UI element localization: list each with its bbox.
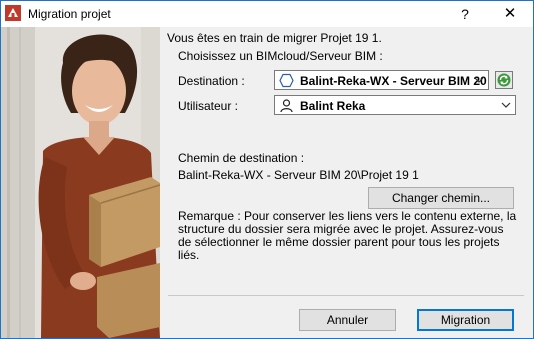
intro-text: Vous êtes en train de migrer Projet 19 1… [167, 31, 382, 45]
server-heading: Choisissez un BIMcloud/Serveur BIM : [178, 49, 383, 63]
dialog-content: Vous êtes en train de migrer Projet 19 1… [1, 27, 533, 338]
chevron-down-icon [501, 102, 511, 108]
close-button[interactable]: ✕ [497, 4, 523, 24]
title-bar: Migration projet ? ✕ [1, 1, 533, 27]
path-heading: Chemin de destination : [178, 151, 305, 165]
migrate-button[interactable]: Migration [417, 309, 514, 331]
user-value: Balint Reka [300, 99, 366, 113]
divider [168, 295, 524, 296]
destination-value: Balint-Reka-WX - Serveur BIM 20 [300, 74, 487, 88]
app-icon [5, 5, 21, 21]
change-path-button[interactable]: Changer chemin... [368, 187, 514, 209]
cancel-button[interactable]: Annuler [299, 309, 396, 331]
hero-photo [1, 27, 160, 338]
refresh-button[interactable] [495, 71, 513, 89]
user-dropdown[interactable]: Balint Reka [274, 95, 516, 115]
window-title: Migration projet [28, 7, 111, 21]
user-label: Utilisateur : [178, 99, 239, 113]
path-value: Balint-Reka-WX - Serveur BIM 20\Projet 1… [178, 168, 419, 182]
destination-label: Destination : [178, 74, 245, 88]
refresh-icon [497, 73, 511, 87]
help-button[interactable]: ? [455, 4, 475, 24]
note-text: Remarque : Pour conserver les liens vers… [178, 209, 517, 262]
migration-dialog: Migration projet ? ✕ Vous êtes en train … [0, 0, 534, 339]
destination-dropdown[interactable]: Balint-Reka-WX - Serveur BIM 20 [274, 70, 489, 90]
hexagon-server-icon [279, 73, 294, 88]
user-icon [280, 99, 293, 113]
chevron-down-icon [474, 77, 484, 83]
